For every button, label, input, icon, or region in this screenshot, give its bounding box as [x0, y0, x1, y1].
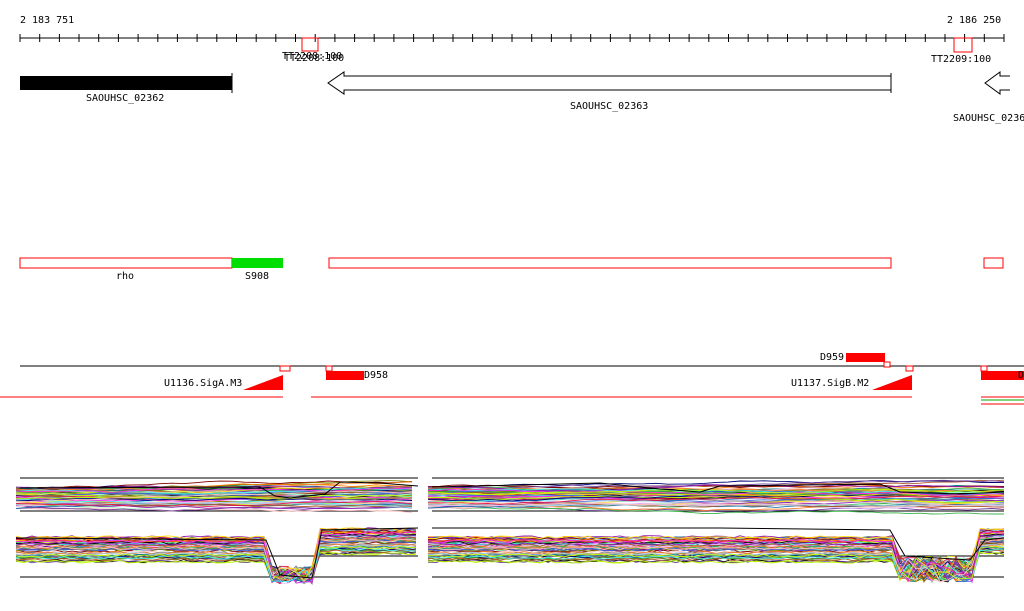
feature-label: D959	[820, 352, 844, 363]
expression-profiles	[15, 477, 1005, 585]
feature-label: D958	[364, 370, 388, 381]
terminator-mark[interactable]	[953, 37, 973, 53]
feature-site[interactable]	[883, 361, 891, 368]
feature-label: U1136.SigA.M3	[164, 378, 242, 389]
gene-SAOUHSC_0236[interactable]	[984, 71, 1010, 95]
terminator-label: TT2209:100	[931, 54, 991, 65]
promoter-site[interactable]	[905, 365, 914, 372]
promoter-site[interactable]	[279, 365, 291, 372]
feature-site[interactable]	[325, 365, 333, 372]
feature-block-D959[interactable]	[846, 353, 885, 362]
coordinate-ruler: 2 183 751 2 186 250	[19, 15, 1005, 42]
feature-label: U1137.SigB.M2	[791, 378, 869, 389]
gene-SAOUHSC_02362[interactable]	[20, 76, 232, 90]
feature-block-D958[interactable]	[326, 371, 364, 380]
genome-browser: 2 183 751 2 186 250 TT2208:100 TT2208:10…	[0, 15, 1024, 585]
feature-site[interactable]	[980, 365, 988, 372]
annotation-rho[interactable]	[19, 257, 233, 269]
gene-label: SAOUHSC_02363	[570, 101, 648, 112]
promoter-triangle[interactable]	[243, 375, 283, 390]
feature-label: D	[1018, 370, 1024, 381]
feature-track: U1136.SigA.M3 D958 D959 U1137.SigB.M2 D	[0, 352, 1024, 405]
gene-label: SAOUHSC_0236	[953, 113, 1024, 124]
annotation-S908[interactable]	[232, 258, 283, 268]
annotation-track: rho S908	[19, 257, 1004, 282]
ruler-start-label: 2 183 751	[20, 15, 74, 26]
annotation-label: rho	[116, 271, 134, 282]
annotation-region[interactable]	[983, 257, 1004, 269]
profile-lines	[15, 479, 1005, 585]
annotation-region[interactable]	[328, 257, 892, 269]
terminator-label-shadow: TT2208:100	[284, 53, 344, 64]
promoter-triangle[interactable]	[872, 375, 912, 390]
ruler-end-label: 2 186 250	[947, 15, 1001, 26]
gene-label: SAOUHSC_02362	[86, 93, 164, 104]
gene-track: SAOUHSC_02362 SAOUHSC_02363 SAOUHSC_0236	[20, 71, 1024, 124]
annotation-label: S908	[245, 271, 269, 282]
gene-SAOUHSC_02363[interactable]	[327, 71, 892, 95]
terminator-track: TT2208:100 TT2208:100 TT2209:100	[282, 37, 991, 65]
